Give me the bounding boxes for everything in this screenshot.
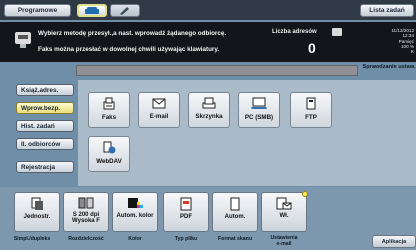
email-settings-caption: Ustawienia e-mail: [270, 235, 298, 247]
phone-button[interactable]: [77, 4, 107, 17]
resolution-button[interactable]: S 200 dpi Wysoka F: [63, 192, 109, 232]
pc-smb-button[interactable]: PC (SMB): [238, 92, 280, 128]
notification-indicator: [302, 191, 308, 197]
webdav-icon: [103, 141, 116, 154]
nav-direct-input[interactable]: Wprow.bezp.: [16, 102, 74, 114]
color-label: Autom. kolor: [116, 213, 154, 219]
scan-size-button[interactable]: Autom.: [212, 192, 258, 232]
scan-size-caption: Format skanu: [217, 236, 252, 242]
envelope-icon: [152, 98, 166, 109]
status-panel: 11/12/2012 12:34 Pamięć 100 % K: [364, 28, 414, 58]
pdf-icon: [180, 197, 192, 211]
computer-icon: [251, 97, 267, 109]
nav-recipients[interactable]: Il. odbiorców: [16, 138, 74, 150]
destination-count-label: Liczba adresów: [272, 29, 317, 35]
email-button[interactable]: E-mail: [138, 92, 180, 128]
color-icon: [128, 198, 143, 208]
color-caption: Kolor: [128, 236, 142, 242]
file-type-caption: Typ pliku: [174, 236, 198, 242]
instruction-bar: [0, 22, 416, 62]
nav-registration[interactable]: Rejestracja: [16, 161, 74, 173]
color-button[interactable]: Autom. kolor: [112, 192, 158, 232]
instruction-text-line2: Faks można przesłać w dowolnej chwili uż…: [38, 46, 220, 53]
simplex-duplex-button[interactable]: Jednostr.: [14, 192, 60, 232]
simplex-icon: [31, 197, 43, 210]
ftp-button[interactable]: FTP: [290, 92, 332, 128]
email-label: E-mail: [149, 113, 169, 120]
check-settings-button[interactable]: Sprawdzanie ustaw.: [362, 61, 416, 73]
nav-address-book[interactable]: Książ.adres.: [16, 84, 74, 96]
file-type-label: PDF: [180, 214, 192, 220]
destination-count: 0: [308, 40, 316, 56]
resolution-label: S 200 dpi Wysoka F: [72, 212, 100, 225]
fax-label: Faks: [101, 114, 117, 121]
resolution-caption: Rozdzielczość: [68, 236, 104, 242]
fax-icon: [103, 97, 115, 110]
pen-button[interactable]: [110, 4, 140, 17]
job-list-button[interactable]: Lista zadań: [360, 4, 414, 17]
email-settings-button[interactable]: Wł.: [261, 192, 307, 232]
application-button[interactable]: Aplikacja: [372, 235, 416, 248]
simplex-label: Jednostr.: [23, 214, 51, 220]
keypad-entry-icon: [15, 32, 31, 48]
box-label: Skrzynka: [195, 113, 223, 120]
resolution-icon: [78, 197, 94, 209]
ftp-label: FTP: [305, 114, 317, 121]
address-input-bar[interactable]: [76, 65, 358, 76]
instruction-text-line1: Wybierz metodę przesył.,a nast. wprowadź…: [38, 30, 227, 37]
file-type-button[interactable]: PDF: [163, 192, 209, 232]
status-toner: K: [410, 49, 414, 55]
email-settings-label: Wł.: [279, 213, 289, 219]
phone-icon: [85, 6, 99, 14]
nav-job-history[interactable]: Hist. zadań: [16, 120, 74, 132]
destination-list-icon[interactable]: [332, 28, 342, 36]
ftp-icon: [306, 97, 316, 110]
scan-size-label: Autom.: [224, 214, 246, 220]
programs-button[interactable]: Programowe: [4, 4, 71, 17]
box-button[interactable]: Skrzynka: [188, 92, 230, 128]
scan-size-icon: [230, 197, 240, 211]
webdav-label: WebDAV: [96, 158, 122, 165]
pc-smb-label: PC (SMB): [244, 114, 274, 121]
fax-button[interactable]: Faks: [88, 92, 130, 128]
simplex-caption: Simpl./dupleks: [13, 236, 51, 242]
email-settings-icon: [276, 197, 292, 210]
pen-icon: [120, 7, 129, 15]
tray-icon: [202, 97, 216, 109]
webdav-button[interactable]: WebDAV: [88, 136, 130, 172]
